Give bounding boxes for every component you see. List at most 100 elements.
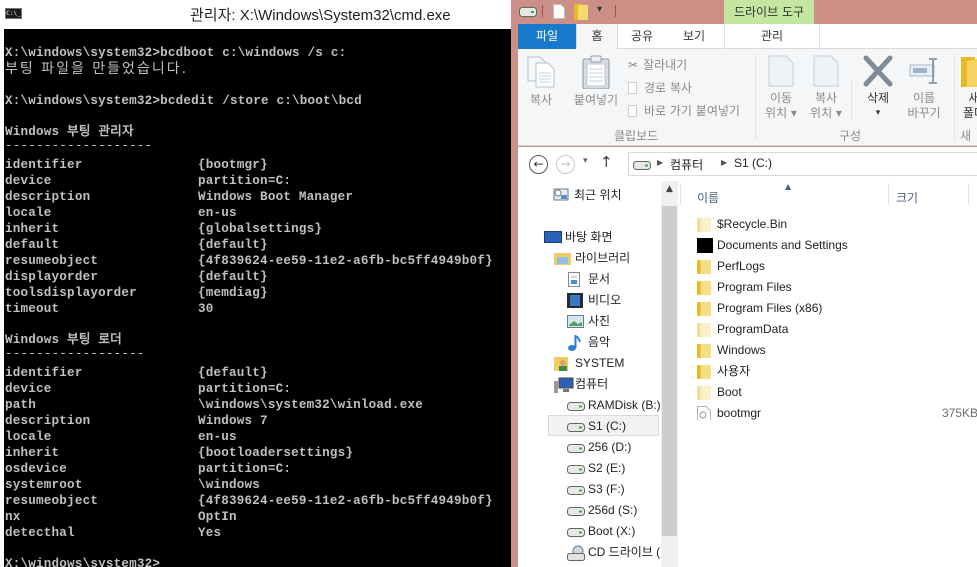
file-row[interactable]: $Recycle.Bin [697,214,977,235]
delete-button[interactable]: 삭제 ▾ [858,55,898,121]
tab-manage[interactable]: 관리 [724,24,820,49]
bcd-key: device [5,174,52,188]
file-row[interactable]: Boot [697,382,977,403]
copy-to-label-2: 위치 ▾ [810,106,842,120]
file-row[interactable]: Documents and Settings [697,235,977,256]
file-row[interactable]: bootmgr 375KB [697,403,977,424]
drive-icon[interactable] [519,6,537,17]
nav-item-label: 최근 위치 [574,188,622,202]
column-header-name[interactable]: 이름 [697,189,719,206]
rename-icon [909,58,937,84]
file-name: 사용자 [717,364,751,378]
tab-file[interactable]: 파일 [518,24,576,49]
section-underline: ------------------ [5,347,145,361]
section-underline: ------------------- [5,139,153,153]
ribbon-tabs: 파일 홈 공유 보기 관리 [518,24,977,50]
bcd-entry: resumeobject {4f839624-ee59-11e2-a6fb-bc5… [5,253,493,269]
paste-shortcut-label: 바로 가기 붙여넣기 [644,104,740,118]
cut-button[interactable]: ✂ 잘라내기 [628,57,687,73]
bcd-entry: description Windows Boot Manager [5,189,353,205]
paste-shortcut-button[interactable]: 바로 가기 붙여넣기 [628,103,740,119]
file-row[interactable]: PerfLogs [697,256,977,277]
bcd-key: inherit [5,446,60,460]
drive-icon [567,524,585,538]
bcd-key: resumeobject [5,494,99,508]
cd-drive-icon [567,545,585,561]
copy-button[interactable]: 복사 [524,55,558,108]
address-bar[interactable]: ▶ 컴퓨터 ▶ S1 (C:) [628,152,977,176]
nav-item-label: 라이브러리 [575,251,631,265]
file-row[interactable]: 사용자 [697,361,977,382]
column-separator[interactable] [968,183,969,205]
move-to-label-2: 위치 ▾ [765,106,797,120]
cmd-titlebar[interactable]: C:\_ 관리자: X:\Windows\System32\cmd.exe [0,0,511,29]
forward-button[interactable]: → [556,155,575,174]
nav-item-label: RAMDisk (B:) [588,398,661,412]
bcd-entry: inherit {globalsettings} [5,221,322,237]
bcd-value: Windows Boot Manager [198,190,354,204]
drive-icon [567,440,585,454]
paste-button[interactable]: 붙여넣기 [570,55,622,108]
file-row[interactable]: ProgramData [697,319,977,340]
bcd-key: displayorder [5,270,99,284]
rename-label-2: 바꾸기 [907,106,941,120]
nav-item-label: S1 (C:) [588,419,627,433]
scroll-thumb[interactable] [662,206,677,536]
bcd-value: en-us [198,206,237,220]
tab-view[interactable]: 보기 [674,24,714,49]
tab-home[interactable]: 홈 [576,24,618,50]
recent-locations-dropdown[interactable]: ▾ [583,156,588,166]
breadcrumb-arrow-icon[interactable]: ▶ [721,158,727,167]
move-to-button[interactable]: 이동 위치 ▾ [761,55,801,121]
file-row[interactable]: Program Files [697,277,977,298]
nav-item-label: 256 (D:) [588,440,632,454]
breadcrumb-drive[interactable]: S1 (C:) [734,156,772,170]
copy-to-button[interactable]: 복사 위치 ▾ [806,55,846,121]
column-header-size[interactable]: 크기 [896,189,918,206]
bcd-value: OptIn [198,510,237,524]
delete-dropdown-arrow[interactable]: ▾ [858,106,898,121]
bcd-value: {default} [198,238,268,252]
breadcrumb-arrow-icon[interactable]: ▶ [657,158,663,167]
navigation-bar: ← → ▾ ↑ ▶ 컴퓨터 ▶ S1 (C:) [518,147,977,181]
rename-button[interactable]: 이름 바꾸기 [904,55,944,121]
cmd-icon: C:\_ [5,8,22,19]
file-row[interactable]: Program Files (x86) [697,298,977,319]
bcd-entry: locale en-us [5,429,237,445]
up-button[interactable]: ↑ [600,153,613,171]
bcd-value: {default} [198,366,268,380]
console-prompt[interactable]: X:\windows\system32> [5,556,160,567]
nav-item-label: 문서 [588,272,611,286]
organize-group-label: 구성 [839,129,862,143]
nav-item-label: CD 드라이브 ( [588,545,661,559]
back-button[interactable]: ← [529,155,548,174]
console-output[interactable]: X:\windows\system32>bcdboot c:\windows /… [0,29,511,567]
bcd-value: \windows [198,478,261,492]
tab-share[interactable]: 공유 [622,24,662,49]
videos-icon [567,293,583,308]
breadcrumb-computer[interactable]: 컴퓨터 [670,156,703,173]
nav-pane-scrollbar[interactable]: ▲ [661,181,678,567]
file-row[interactable]: Windows [697,340,977,361]
column-separator [680,183,681,205]
file-name: bootmgr [717,406,762,420]
sort-ascending-icon: ▲ [785,182,792,191]
copy-label: 복사 [529,93,553,107]
file-list: ▲ 이름 크기 $Recycle.Bin Documents and Settin… [678,181,977,567]
bcd-entry: identifier {bootmgr} [5,157,268,173]
properties-icon[interactable] [553,4,565,19]
drive-icon [567,503,585,517]
explorer-window: ▾ 드라이브 도구 파일 홈 공유 보기 관리 복사 붙여넣기 ✂ 잘라내기 경로… [511,0,977,567]
scroll-up-arrow-icon[interactable]: ▲ [661,181,678,198]
documents-icon [567,272,583,287]
computer-icon [554,377,574,393]
qat-customize-icon[interactable]: ▾ [597,4,602,15]
cmd-window-title: 관리자: X:\Windows\System32\cmd.exe [190,7,451,24]
drive-icon [567,482,585,496]
bcd-entry: device partition=C: [5,381,291,397]
new-folder-button[interactable]: 새 폴더 [959,55,977,121]
copy-path-button[interactable]: 경로 복사 [628,80,692,96]
column-separator[interactable] [888,183,889,205]
new-folder-icon[interactable] [574,4,588,20]
bcd-key: locale [5,206,52,220]
